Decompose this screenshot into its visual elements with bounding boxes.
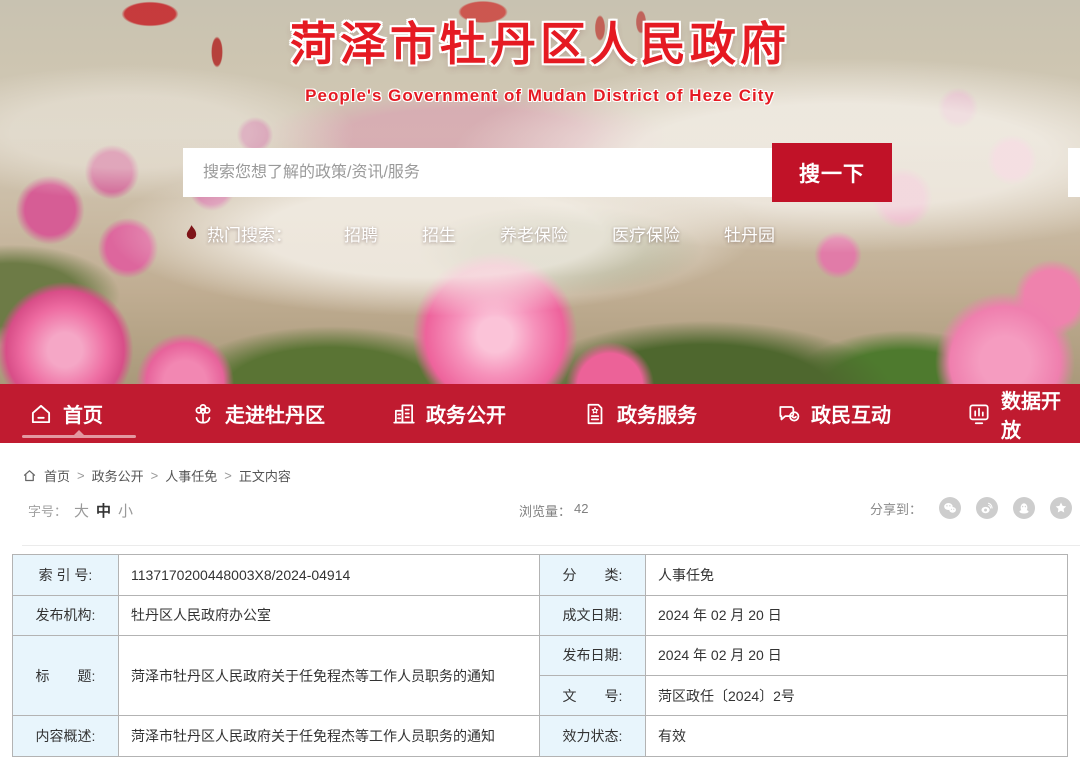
table-row: 标 题: 菏泽市牡丹区人民政府关于任免程杰等工作人员职务的通知 — [13, 636, 540, 716]
breadcrumb-item-home[interactable]: 首页 — [44, 466, 70, 485]
search-bar-edge-fragment — [1068, 148, 1080, 197]
hot-search-label: 热门搜索： — [207, 221, 292, 246]
view-count-label: 浏览量： — [519, 501, 571, 520]
search-button[interactable]: 搜一下 — [772, 143, 892, 202]
issuing-agency-label: 发布机构: — [13, 596, 119, 636]
issuing-agency-value: 牡丹区人民政府办公室 — [119, 596, 540, 636]
title-value: 菏泽市牡丹区人民政府关于任免程杰等工作人员职务的通知 — [119, 636, 540, 715]
category-value: 人事任免 — [646, 555, 1067, 595]
qq-share-icon[interactable] — [1013, 497, 1035, 519]
site-title: 菏泽市牡丹区人民政府 — [0, 8, 1080, 74]
building-icon — [391, 401, 417, 427]
font-size-label: 字号： — [28, 501, 67, 520]
font-size-control: 字号： 大 中 小 — [28, 500, 133, 521]
table-row: 发布机构: 牡丹区人民政府办公室 — [13, 596, 540, 637]
publish-date-label: 发布日期: — [540, 636, 646, 675]
hot-search-link-recruit[interactable]: 招聘 — [344, 221, 378, 246]
table-row: 索 引 号: 1137170200448003X8/2024-04914 — [13, 555, 540, 596]
data-icon — [966, 401, 992, 427]
main-nav: 首页 走进牡丹区 政务公开 政务服务 政民互动 — [0, 384, 1080, 443]
info-table-right: 分 类: 人事任免 成文日期: 2024 年 02 月 20 日 发布日期: 2… — [540, 555, 1067, 756]
publish-date-value: 2024 年 02 月 20 日 — [646, 636, 1067, 675]
wechat-share-icon[interactable] — [939, 497, 961, 519]
more-share-icon[interactable] — [1050, 497, 1072, 519]
share-bar: 分享到： — [870, 497, 1072, 519]
nav-item-label: 走进牡丹区 — [225, 399, 325, 428]
hot-search-bar: 热门搜索： 招聘 招生 养老保险 医疗保险 牡丹园 — [184, 221, 819, 245]
nav-item-about-mudan[interactable]: 走进牡丹区 — [190, 384, 325, 443]
index-number-value: 1137170200448003X8/2024-04914 — [119, 555, 540, 595]
nav-item-interaction[interactable]: 政民互动 — [776, 384, 891, 443]
validity-value: 有效 — [646, 716, 1067, 756]
info-table-left: 索 引 号: 1137170200448003X8/2024-04914 发布机… — [13, 555, 540, 756]
scenic-icon — [190, 401, 216, 427]
font-size-large[interactable]: 大 — [74, 500, 89, 521]
weibo-share-icon[interactable] — [976, 497, 998, 519]
table-row: 效力状态: 有效 — [540, 716, 1067, 756]
table-row: 文 号: 菏区政任〔2024〕2号 — [540, 676, 1067, 717]
breadcrumb-separator: > — [224, 468, 232, 483]
nav-item-open-data[interactable]: 数据开放 — [966, 384, 1080, 443]
table-row: 发布日期: 2024 年 02 月 20 日 — [540, 636, 1067, 676]
view-count-value: 42 — [574, 501, 588, 520]
table-row: 成文日期: 2024 年 02 月 20 日 — [540, 596, 1067, 637]
search-input[interactable] — [183, 148, 772, 197]
page: 菏泽市牡丹区人民政府 People's Government of Mudan … — [0, 0, 1080, 762]
breadcrumb-item-gov-openness[interactable]: 政务公开 — [92, 466, 144, 485]
home-icon — [28, 401, 54, 427]
nav-item-label: 政民互动 — [811, 399, 891, 428]
title-label: 标 题: — [13, 636, 119, 715]
nav-item-gov-openness[interactable]: 政务公开 — [391, 384, 506, 443]
nav-item-label: 首页 — [63, 399, 103, 428]
written-date-value: 2024 年 02 月 20 日 — [646, 596, 1067, 636]
font-size-small[interactable]: 小 — [118, 500, 133, 521]
section-divider — [22, 545, 1080, 546]
nav-item-label: 数据开放 — [1001, 385, 1080, 443]
breadcrumb-item-current: 正文内容 — [239, 466, 291, 485]
table-row: 分 类: 人事任免 — [540, 555, 1067, 596]
search-bar: 搜一下 — [183, 143, 892, 202]
article-toolbar: 字号： 大 中 小 浏览量： 42 分享到： — [0, 497, 1080, 521]
breadcrumb-separator: > — [77, 468, 85, 483]
hot-search-link-enroll[interactable]: 招生 — [422, 221, 456, 246]
breadcrumb-home-icon — [22, 468, 37, 483]
doc-number-value: 菏区政任〔2024〕2号 — [646, 676, 1067, 716]
document-info-table: 索 引 号: 1137170200448003X8/2024-04914 发布机… — [12, 554, 1068, 757]
nav-item-home[interactable]: 首页 — [28, 384, 103, 443]
doc-number-label: 文 号: — [540, 676, 646, 716]
summary-value: 菏泽市牡丹区人民政府关于任免程杰等工作人员职务的通知 — [119, 716, 540, 756]
chat-icon — [776, 401, 802, 427]
breadcrumb-separator: > — [151, 468, 159, 483]
nav-item-label: 政务公开 — [426, 399, 506, 428]
nav-item-label: 政务服务 — [617, 399, 697, 428]
site-subtitle: People's Government of Mudan District of… — [0, 86, 1080, 106]
summary-label: 内容概述: — [13, 716, 119, 756]
view-count: 浏览量： 42 — [519, 501, 588, 520]
validity-label: 效力状态: — [540, 716, 646, 756]
share-label: 分享到： — [870, 499, 922, 518]
document-icon — [582, 401, 608, 427]
breadcrumb-item-personnel[interactable]: 人事任免 — [165, 466, 217, 485]
breadcrumb: 首页 > 政务公开 > 人事任免 > 正文内容 — [22, 466, 291, 485]
hot-search-link-peony-garden[interactable]: 牡丹园 — [724, 221, 775, 246]
flame-icon — [184, 224, 199, 243]
index-number-label: 索 引 号: — [13, 555, 119, 595]
font-size-medium[interactable]: 中 — [96, 500, 111, 521]
hot-search-link-medical[interactable]: 医疗保险 — [612, 221, 680, 246]
nav-item-gov-services[interactable]: 政务服务 — [582, 384, 697, 443]
category-label: 分 类: — [540, 555, 646, 595]
table-row: 内容概述: 菏泽市牡丹区人民政府关于任免程杰等工作人员职务的通知 — [13, 716, 540, 756]
hot-search-link-pension[interactable]: 养老保险 — [500, 221, 568, 246]
written-date-label: 成文日期: — [540, 596, 646, 636]
